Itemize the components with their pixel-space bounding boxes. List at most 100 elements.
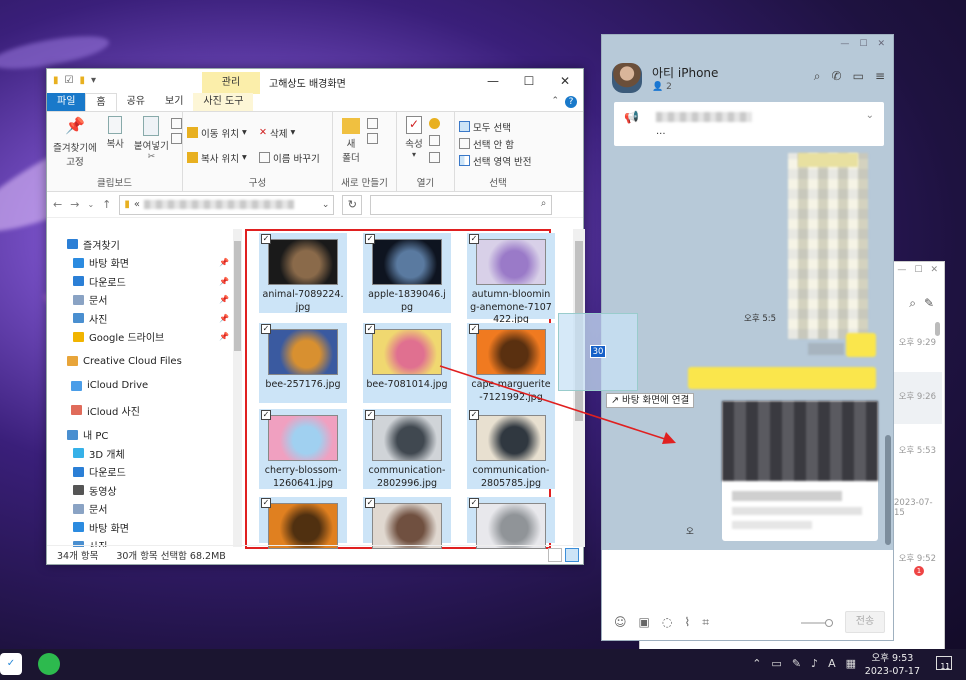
chevron-down-icon[interactable]: ⌄: [87, 200, 94, 209]
tab-home[interactable]: 홈: [85, 93, 117, 111]
navigation-scrollbar[interactable]: [233, 229, 242, 547]
pixelated-image-message[interactable]: [788, 153, 868, 339]
avatar[interactable]: [612, 63, 642, 93]
minimize-icon[interactable]: —: [475, 69, 511, 94]
paste-button[interactable]: 붙여넣기 ✂: [131, 116, 171, 162]
nav-item[interactable]: Google 드라이브 📌: [47, 328, 233, 347]
file-item[interactable]: ✓ bee-7081014.jpg: [363, 323, 451, 403]
nav-item[interactable]: iCloud Drive: [47, 377, 233, 396]
back-arrow-icon[interactable]: ←: [53, 198, 62, 211]
checkbox-icon[interactable]: ✓: [261, 410, 271, 420]
pin-to-quick-access-button[interactable]: 📌 즐겨찾기에 고정: [51, 116, 99, 168]
maximize-icon[interactable]: ☐: [859, 39, 867, 49]
file-item[interactable]: ✓ apple-1839046.jpg: [363, 233, 451, 313]
new-folder-button[interactable]: 새 폴더: [337, 116, 365, 164]
search-input[interactable]: ⌕: [370, 194, 553, 215]
file-item[interactable]: ✓ bee-257176.jpg: [259, 323, 347, 403]
chat-scrollbar[interactable]: [885, 435, 891, 545]
folder-icon[interactable]: ▮: [79, 75, 85, 86]
checkbox-icon[interactable]: ✓: [469, 324, 479, 334]
paste-shortcut-icon[interactable]: [171, 133, 182, 144]
chevron-up-icon[interactable]: ⌃: [551, 96, 559, 106]
crop-icon[interactable]: ⌗: [702, 615, 709, 630]
minimize-icon[interactable]: —: [840, 39, 849, 49]
nav-item[interactable]: 문서: [47, 500, 233, 519]
menu-icon[interactable]: ≡: [875, 69, 885, 84]
nav-item[interactable]: Creative Cloud Files: [47, 352, 233, 371]
checkbox-icon[interactable]: ☑: [65, 75, 74, 86]
pin-icon[interactable]: 📌: [219, 295, 229, 304]
pin-icon[interactable]: 📌: [219, 314, 229, 323]
help-icon[interactable]: ?: [565, 96, 577, 108]
opacity-slider[interactable]: [801, 619, 833, 627]
move-to-button[interactable]: 이동 위치 ▾: [187, 124, 259, 141]
maximize-icon[interactable]: ☐: [511, 69, 547, 94]
video-call-icon[interactable]: ▭: [853, 69, 864, 84]
scrollbar-thumb[interactable]: [234, 241, 241, 351]
rename-button[interactable]: 이름 바꾸기: [259, 149, 331, 166]
emoticon-icon[interactable]: ☺: [614, 615, 627, 630]
pin-icon[interactable]: 📌: [219, 258, 229, 267]
checkbox-icon[interactable]: ✓: [365, 498, 375, 508]
evernote-app-icon[interactable]: [38, 653, 60, 675]
chevron-down-icon[interactable]: ▾: [91, 75, 96, 86]
message-input-area[interactable]: ☺ ▣ ◌ ⌇ ⌗ 전송: [602, 550, 893, 640]
message-bubble-mine[interactable]: [688, 367, 876, 389]
easy-access-icon[interactable]: [367, 133, 378, 144]
close-icon[interactable]: ✕: [877, 39, 885, 49]
nav-item[interactable]: 바탕 화면 📌: [47, 254, 233, 273]
nav-item[interactable]: 즐겨찾기: [47, 235, 233, 254]
nav-item[interactable]: 다운로드 📌: [47, 272, 233, 291]
nav-item[interactable]: 내 PC: [47, 426, 233, 445]
pen-icon[interactable]: ✎: [792, 657, 801, 670]
copy-button[interactable]: 복사: [102, 116, 128, 150]
file-item[interactable]: ✓ cherry-blossom-1260641.jpg: [259, 409, 347, 489]
checkbox-icon[interactable]: ✓: [365, 324, 375, 334]
network-icon[interactable]: ▭: [771, 657, 781, 670]
checkbox-icon[interactable]: ✓: [469, 234, 479, 244]
large-icons-view-icon[interactable]: [565, 548, 579, 562]
message-bubble-mine[interactable]: [846, 333, 876, 357]
invert-selection-button[interactable]: 선택 영역 반전: [459, 152, 537, 169]
attach-icon[interactable]: ⌇: [684, 615, 690, 630]
keyboard-icon[interactable]: ▦: [846, 657, 856, 670]
file-item[interactable]: ✓ animal-7089224.jpg: [259, 233, 347, 313]
pin-icon[interactable]: 📌: [219, 277, 229, 286]
file-item[interactable]: ✓ communication-2805785.jpg: [467, 409, 555, 489]
nav-item[interactable]: 다운로드: [47, 463, 233, 482]
checkbox-icon[interactable]: ✓: [365, 234, 375, 244]
file-item[interactable]: ✓: [363, 497, 451, 549]
send-button[interactable]: 전송: [845, 611, 885, 633]
file-item[interactable]: ✓: [259, 497, 347, 549]
chevron-up-icon[interactable]: ⌃: [752, 657, 761, 670]
close-icon[interactable]: ✕: [547, 69, 583, 94]
ime-indicator[interactable]: A: [828, 657, 836, 670]
chat-bubble-icon[interactable]: ◌: [662, 615, 672, 630]
nav-item[interactable]: 사진 📌: [47, 309, 233, 328]
volume-icon[interactable]: ♪: [811, 657, 818, 670]
search-icon[interactable]: ⌕: [814, 69, 821, 84]
checkbox-icon[interactable]: ✓: [261, 324, 271, 334]
tab-share[interactable]: 공유: [117, 93, 155, 111]
file-item[interactable]: ✓ communication-2802996.jpg: [363, 409, 451, 489]
delete-button[interactable]: ✕ 삭제 ▾: [259, 124, 331, 141]
open-icon[interactable]: [429, 118, 440, 129]
chevron-down-icon[interactable]: ⌄: [866, 110, 874, 121]
checkbox-icon[interactable]: ✓: [261, 498, 271, 508]
refresh-button[interactable]: ↻: [342, 194, 363, 215]
nav-item[interactable]: 3D 개체: [47, 444, 233, 463]
checkbox-icon[interactable]: ✓: [469, 410, 479, 420]
new-item-icon[interactable]: [367, 118, 378, 129]
notification-icon[interactable]: 11: [936, 656, 952, 671]
todo-app-icon[interactable]: ✓: [0, 653, 22, 675]
nav-item[interactable]: 동영상: [47, 481, 233, 500]
details-view-icon[interactable]: [548, 548, 562, 562]
checkbox-icon[interactable]: ✓: [365, 410, 375, 420]
context-tab-manage[interactable]: 관리: [202, 72, 260, 94]
history-icon[interactable]: [429, 152, 440, 163]
file-item[interactable]: ✓ autumn-blooming-anemone-7107422.jpg: [467, 233, 555, 325]
address-input[interactable]: ▮ « ⌄: [119, 194, 335, 215]
checkbox-icon[interactable]: ✓: [469, 498, 479, 508]
scissors-icon[interactable]: ✂: [148, 152, 156, 162]
nav-item[interactable]: 문서 📌: [47, 291, 233, 310]
